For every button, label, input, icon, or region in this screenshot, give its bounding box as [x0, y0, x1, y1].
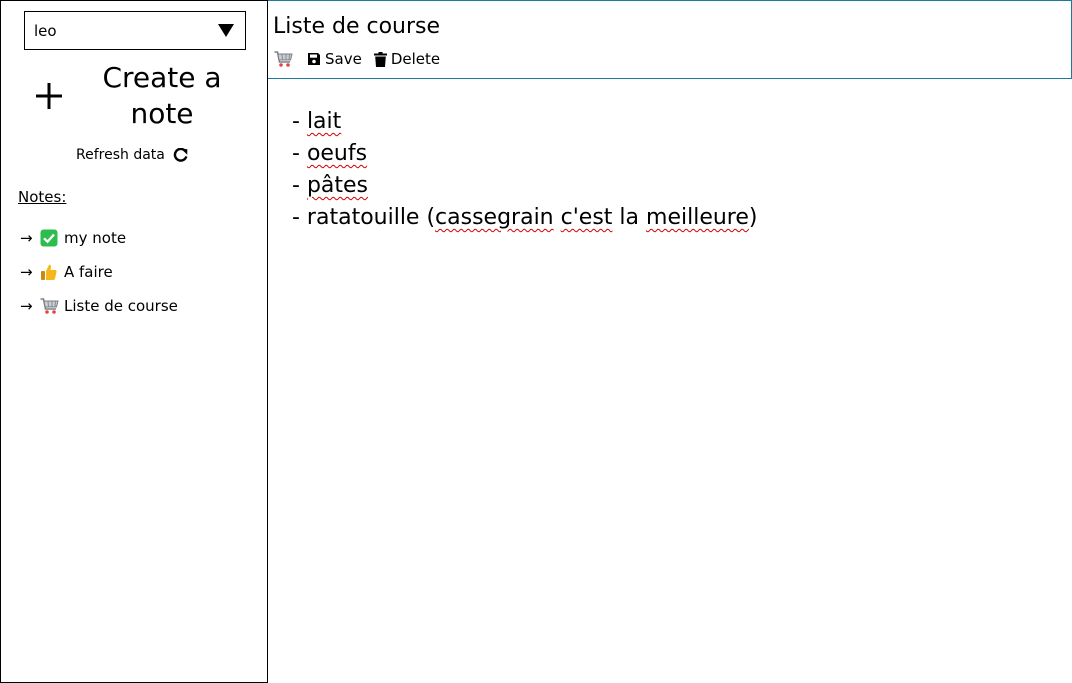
- notes-app: leo Create a note Refresh data Notes: →: [0, 0, 1072, 683]
- refresh-label: Refresh data: [76, 147, 165, 163]
- spellcheck-word: c'est: [560, 205, 613, 230]
- content-line: - oeufs: [292, 141, 368, 166]
- note-item-label: A faire: [64, 263, 113, 281]
- content-line: - lait: [292, 109, 342, 134]
- spellcheck-word: meilleure: [646, 205, 749, 230]
- spellcheck-word: oeufs: [306, 141, 368, 166]
- note-item-a-faire[interactable]: → A faire: [20, 255, 178, 289]
- shopping-cart-icon[interactable]: [274, 50, 293, 68]
- thumbs-up-icon: [40, 263, 64, 281]
- note-item-liste-de-course[interactable]: → Liste de course: [20, 289, 178, 323]
- note-item-my-note[interactable]: → my note: [20, 221, 178, 255]
- check-mark-icon: [40, 229, 64, 247]
- create-note-button[interactable]: Create a note: [19, 59, 251, 133]
- content-line: - ratatouille (cassegrain c'est la meill…: [292, 205, 758, 230]
- content-line: - pâtes: [292, 173, 369, 198]
- trash-icon: [373, 51, 387, 67]
- editor-header: Liste de course Save Delete: [268, 0, 1072, 79]
- notes-list: → my note → A faire → Liste de course: [20, 221, 178, 323]
- user-select[interactable]: leo: [24, 11, 246, 50]
- spellcheck-word: pâtes: [306, 173, 369, 198]
- shopping-cart-icon: [40, 297, 64, 315]
- arrow-icon: →: [20, 229, 33, 247]
- save-button[interactable]: Save: [307, 50, 362, 68]
- refresh-data-button[interactable]: Refresh data: [76, 147, 188, 163]
- dropdown-arrow-icon: [218, 24, 234, 37]
- delete-label: Delete: [390, 50, 441, 68]
- create-note-label: Create a note: [102, 61, 222, 130]
- sidebar: leo Create a note Refresh data Notes: →: [0, 0, 268, 683]
- save-icon: [308, 53, 320, 65]
- note-content-editor[interactable]: - lait - oeufs - pâtes - ratatouille (ca…: [292, 106, 758, 234]
- note-item-label: my note: [64, 229, 127, 247]
- save-label: Save: [325, 50, 362, 68]
- notes-heading: Notes:: [18, 188, 67, 206]
- arrow-icon: →: [20, 297, 33, 315]
- delete-button[interactable]: Delete: [373, 50, 441, 68]
- user-select-value: leo: [34, 21, 57, 40]
- editor-toolbar: Save Delete: [274, 50, 452, 68]
- arrow-icon: →: [20, 263, 33, 281]
- spellcheck-word: lait: [306, 109, 342, 134]
- spellcheck-word: cassegrain: [435, 205, 554, 230]
- note-item-label: Liste de course: [64, 297, 178, 315]
- note-title[interactable]: Liste de course: [273, 14, 440, 39]
- plus-icon: [19, 83, 79, 109]
- refresh-icon: [173, 147, 188, 163]
